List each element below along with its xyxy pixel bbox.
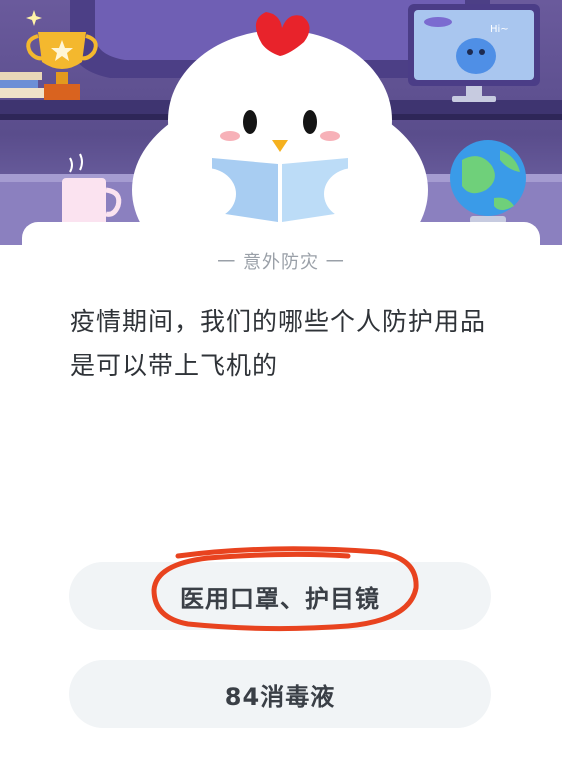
question-text: 疫情期间，我们的哪些个人防护用品是可以带上飞机的 bbox=[70, 307, 487, 380]
question-card: 一 意外防灾 一 疫情期间，我们的哪些个人防护用品是可以带上飞机的 医用口罩、护… bbox=[22, 222, 540, 762]
answer-option-label: 医用口罩、护目镜 bbox=[180, 584, 380, 613]
books-icon bbox=[0, 72, 44, 98]
cup-icon bbox=[62, 153, 122, 226]
alien-icon bbox=[456, 38, 496, 74]
answer-option-1[interactable]: 医用口罩、护目镜 bbox=[69, 562, 491, 630]
hero-illustration: Hi~ bbox=[0, 0, 562, 245]
monitor-greeting: Hi~ bbox=[490, 24, 509, 35]
monitor-icon: Hi~ bbox=[408, 4, 540, 102]
category-label: 一 意外防灾 一 bbox=[217, 252, 345, 273]
answer-option-2[interactable]: 84消毒液 bbox=[69, 660, 491, 728]
answer-option-label: 84消毒液 bbox=[224, 682, 336, 711]
